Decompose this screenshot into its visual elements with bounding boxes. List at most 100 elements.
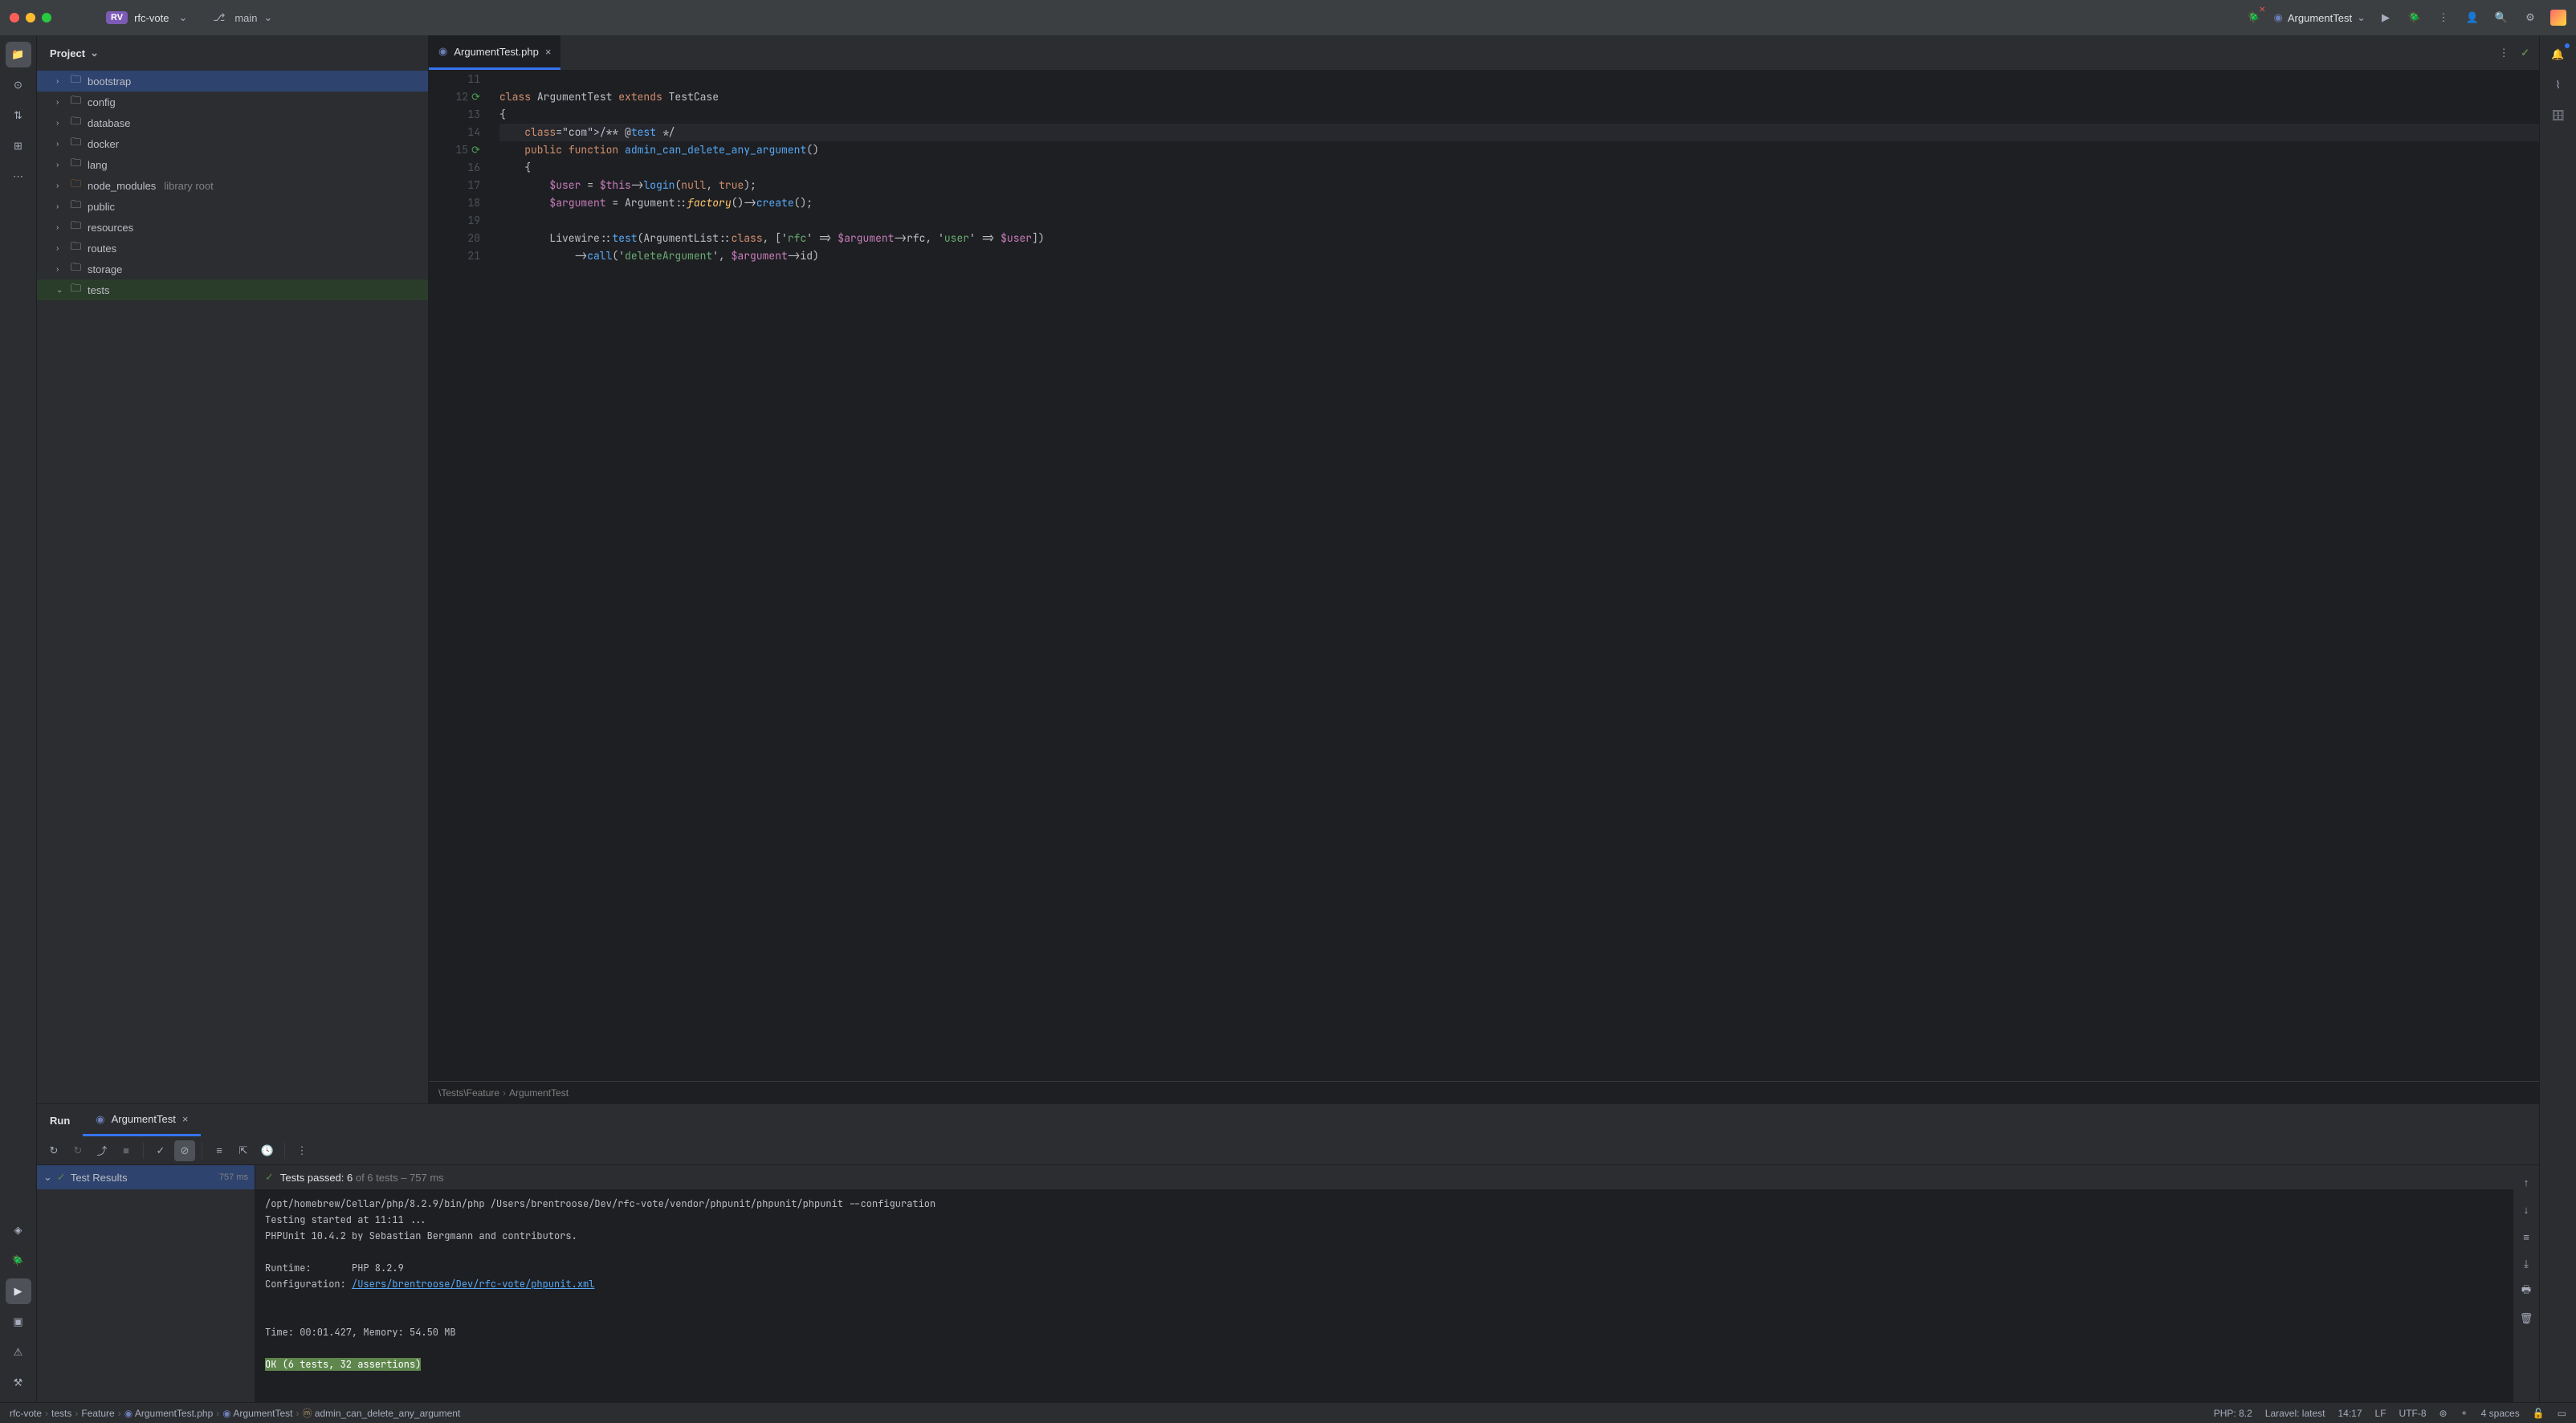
cursor-position[interactable]: 14:17 <box>2338 1408 2362 1419</box>
structure-tool-icon[interactable]: ⊞ <box>6 133 31 159</box>
test-results-label: Test Results <box>71 1172 128 1184</box>
inspection-ok-icon[interactable]: ✓ <box>2521 47 2529 59</box>
soft-wrap-icon[interactable]: ≡ <box>2516 1226 2537 1247</box>
stop-icon[interactable]: ■ <box>116 1140 137 1161</box>
debug-icon[interactable]: 🪲 <box>2406 9 2423 27</box>
test-results-root[interactable]: ⌄ ✓ Test Results 757 ms <box>37 1165 255 1189</box>
terminal-tool-icon[interactable]: ▣ <box>6 1309 31 1335</box>
indent-setting[interactable]: 4 spaces <box>2481 1408 2520 1419</box>
clear-icon[interactable]: 🗑 <box>2516 1308 2537 1329</box>
project-panel-header[interactable]: Project <box>37 35 428 71</box>
debug-tool-icon[interactable]: 🪲 <box>6 1248 31 1274</box>
more-icon[interactable]: ⋮ <box>2435 9 2452 27</box>
line-separator[interactable]: LF <box>2375 1408 2386 1419</box>
editor-tab-active[interactable]: ◉ ArgumentTest.php × <box>429 35 560 70</box>
rerun-failed-icon[interactable]: ↻ <box>67 1140 88 1161</box>
more-icon[interactable]: ⋮ <box>2495 44 2513 62</box>
build-tool-icon[interactable]: ⚒ <box>6 1370 31 1396</box>
ai-assistant-icon[interactable] <box>2550 10 2566 26</box>
settings-icon[interactable]: ⚙ <box>2521 9 2539 27</box>
print-icon[interactable]: 🖶 <box>2516 1281 2537 1302</box>
more-tool-icon[interactable]: ⋯ <box>6 164 31 190</box>
maximize-window-icon[interactable] <box>42 13 51 22</box>
run-icon[interactable]: ▶ <box>2377 9 2395 27</box>
run-panel-label: Run <box>37 1104 83 1136</box>
tree-item-bootstrap[interactable]: ›🗀bootstrap <box>37 71 428 92</box>
tree-item-node_modules[interactable]: ›🗀node_moduleslibrary root <box>37 175 428 196</box>
project-tool-icon[interactable]: 📁 <box>6 42 31 67</box>
services-tool-icon[interactable]: ◈ <box>6 1217 31 1243</box>
notifications-icon[interactable]: 🔔 <box>2545 42 2571 67</box>
expand-icon[interactable]: ⇱ <box>233 1140 254 1161</box>
console-output[interactable]: /opt/homebrew/Cellar/php/8.2.9/bin/php /… <box>255 1189 2513 1402</box>
git-branch-icon[interactable] <box>213 11 228 24</box>
close-window-icon[interactable] <box>10 13 19 22</box>
php-version[interactable]: PHP: 8.2 <box>2214 1408 2252 1419</box>
statusbar: rfc-votetestsFeature◉ ArgumentTest.php◉ … <box>0 1402 2576 1423</box>
history-icon[interactable]: 🕓 <box>257 1140 278 1161</box>
test-tree[interactable]: ⌄ ✓ Test Results 757 ms <box>37 1165 255 1402</box>
memory-icon[interactable]: ▭ <box>2558 1408 2566 1419</box>
tool-window-bar-left: 📁 ⊙ ⇅ ⊞ ⋯ <box>0 35 37 1402</box>
problems-tool-icon[interactable]: ⚠ <box>6 1339 31 1365</box>
tests-total: of 6 tests – 757 ms <box>353 1172 443 1184</box>
run-config-selector[interactable]: ◉ ArgumentTest <box>2274 11 2366 24</box>
tree-item-public[interactable]: ›🗀public <box>37 196 428 217</box>
database-tool-icon[interactable]: 🗄 <box>2545 103 2571 128</box>
close-icon[interactable]: × <box>545 46 552 58</box>
more-icon[interactable]: ⋮ <box>291 1140 312 1161</box>
readonly-icon[interactable]: 🔓 <box>2533 1408 2545 1419</box>
search-icon[interactable]: 🔍 <box>2492 9 2510 27</box>
toggle-auto-test-icon[interactable]: ⤴ <box>92 1140 112 1161</box>
widget-icon[interactable]: ⚬ <box>2460 1408 2468 1419</box>
show-ignored-icon[interactable]: ⊘ <box>174 1140 195 1161</box>
file-encoding[interactable]: UTF-8 <box>2399 1408 2427 1419</box>
code-editor[interactable]: 1112⟳131415⟳161718192021 class ArgumentT… <box>429 71 2539 1081</box>
chevron-down-icon <box>2357 11 2366 24</box>
project-panel-title: Project <box>50 47 85 59</box>
tree-item-resources[interactable]: ›🗀resources <box>37 217 428 238</box>
project-panel: Project ›🗀bootstrap›🗀config›🗀database›🗀d… <box>37 35 429 1103</box>
run-tool-icon[interactable]: ▶ <box>6 1278 31 1304</box>
breadcrumb-namespace: \Tests\Feature <box>438 1087 499 1099</box>
chevron-down-icon[interactable] <box>178 11 187 24</box>
rerun-icon[interactable]: ↻ <box>43 1140 64 1161</box>
run-toolbar: ↻ ↻ ⤴ ■ ✓ ⊘ ≡ ⇱ 🕓 ⋮ <box>37 1136 2539 1165</box>
editor-breadcrumb[interactable]: \Tests\Feature ArgumentTest <box>429 1081 2539 1103</box>
tree-item-tests[interactable]: ⌄🗀tests <box>37 279 428 300</box>
run-config-tab-label: ArgumentTest <box>112 1113 176 1125</box>
scroll-to-end-icon[interactable]: ⤓ <box>2516 1254 2537 1274</box>
statusbar-breadcrumb[interactable]: rfc-votetestsFeature◉ ArgumentTest.php◉ … <box>10 1406 460 1420</box>
close-icon[interactable]: × <box>182 1113 189 1125</box>
chevron-down-icon <box>90 47 99 59</box>
commit-tool-icon[interactable]: ⊙ <box>6 72 31 98</box>
editor-tabs: ◉ ArgumentTest.php × ⋮ ✓ <box>429 35 2539 71</box>
widget-icon[interactable]: ⊚ <box>2439 1408 2448 1419</box>
tree-item-database[interactable]: ›🗀database <box>37 112 428 133</box>
chevron-down-icon[interactable] <box>264 11 273 24</box>
tree-item-docker[interactable]: ›🗀docker <box>37 133 428 154</box>
bug-icon[interactable]: 🪲 <box>2245 9 2263 27</box>
sort-icon[interactable]: ≡ <box>209 1140 230 1161</box>
project-name[interactable]: rfc-vote <box>134 12 169 24</box>
show-passed-icon[interactable]: ✓ <box>150 1140 171 1161</box>
project-badge: RV <box>106 11 128 24</box>
scroll-down-icon[interactable]: ↓ <box>2516 1199 2537 1220</box>
project-tree[interactable]: ›🗀bootstrap›🗀config›🗀database›🗀docker›🗀l… <box>37 71 428 1103</box>
ai-chat-icon[interactable]: ⌇ <box>2545 72 2571 98</box>
scroll-up-icon[interactable]: ↑ <box>2516 1172 2537 1193</box>
minimize-window-icon[interactable] <box>26 13 35 22</box>
pull-requests-icon[interactable]: ⇅ <box>6 103 31 128</box>
laravel-version[interactable]: Laravel: latest <box>2265 1408 2325 1419</box>
run-config-tab[interactable]: ◉ ArgumentTest × <box>83 1104 201 1136</box>
run-config-name: ArgumentTest <box>2288 12 2352 24</box>
config-file-link[interactable]: /Users/brentroose/Dev/rfc-vote/phpunit.x… <box>352 1278 594 1290</box>
tree-item-config[interactable]: ›🗀config <box>37 92 428 112</box>
tree-item-lang[interactable]: ›🗀lang <box>37 154 428 175</box>
code-with-me-icon[interactable]: 👤 <box>2464 9 2481 27</box>
branch-name[interactable]: main <box>234 12 257 24</box>
tree-item-storage[interactable]: ›🗀storage <box>37 259 428 279</box>
editor-area: ◉ ArgumentTest.php × ⋮ ✓ 1112⟳131415⟳161… <box>429 35 2539 1103</box>
tool-window-bar-right: 🔔 ⌇ 🗄 <box>2539 35 2576 1402</box>
tree-item-routes[interactable]: ›🗀routes <box>37 238 428 259</box>
